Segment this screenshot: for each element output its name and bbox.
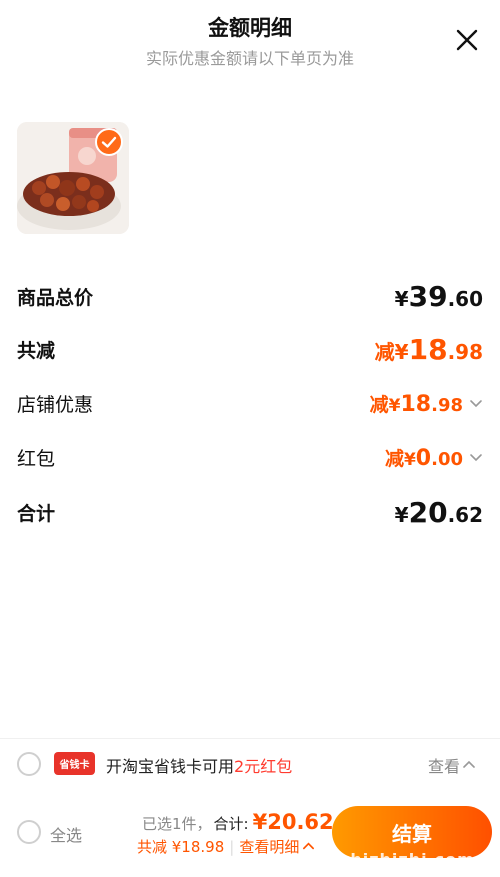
red-packet-label: 红包 [17, 447, 56, 470]
chevron-down-icon [470, 400, 482, 408]
sum-label: 合计 [17, 502, 56, 525]
promo-text: 开淘宝省钱卡可用2元红包 [106, 753, 292, 777]
separator: | [229, 837, 235, 856]
chevron-up-icon [463, 760, 475, 768]
watermark: zhizhizhi.com [340, 850, 475, 869]
store-discount-row[interactable]: 店铺优惠 减 ¥ 18 .98 [17, 383, 483, 423]
discount-summary[interactable]: 共减 ¥18.98 | 查看明细 [137, 836, 315, 857]
panel-header: 金额明细 实际优惠金额请以下单页为准 [0, 0, 500, 80]
goods-total-label: 商品总价 [17, 286, 94, 309]
amount-integer: 20 [408, 495, 448, 529]
chevron-down-icon [470, 454, 482, 462]
amount-decimal: .00 [431, 448, 463, 470]
total-discount-value: 减 ¥ 18 .98 [375, 333, 483, 366]
currency-symbol: ¥ [394, 502, 409, 527]
promo-radio[interactable] [17, 752, 41, 776]
divider [0, 738, 500, 739]
amount-decimal: .60 [447, 286, 483, 311]
details-label: 查看明细 [239, 838, 300, 856]
store-discount-label: 店铺优惠 [17, 393, 94, 416]
goods-total-row: 商品总价 ¥ 39 .60 [17, 276, 483, 316]
discount-prefix: 减 [374, 339, 395, 364]
selected-count: 已选1件， [142, 815, 212, 833]
selected-check-badge [95, 128, 123, 156]
discount-prefix: 减 [384, 447, 404, 470]
amount-decimal: .98 [431, 394, 463, 416]
close-button[interactable] [454, 27, 480, 53]
total-discount-label: 共减 [17, 339, 56, 362]
order-summary: 已选1件， 合计: ¥20.62 [142, 810, 334, 834]
total-discount-row: 共减 减 ¥ 18 .98 [17, 329, 483, 369]
close-icon [456, 29, 478, 51]
amount-decimal: .62 [447, 502, 483, 527]
goods-total-value: ¥ 39 .60 [395, 280, 483, 313]
red-packet-row[interactable]: 红包 减 ¥ 0 .00 [17, 437, 483, 477]
currency-symbol: ¥ [388, 395, 401, 416]
amount-decimal: .98 [447, 339, 483, 364]
currency-symbol: ¥ [394, 339, 409, 364]
amount-integer: 0 [415, 445, 432, 471]
red-packet-value: 减 ¥ 0 .00 [385, 444, 483, 471]
store-discount-value: 减 ¥ 18 .98 [370, 390, 483, 417]
check-icon [101, 136, 117, 148]
sum-row: 合计 ¥ 20 .62 [17, 492, 483, 532]
select-all-radio[interactable] [17, 820, 41, 844]
promo-view-link[interactable]: 查看 [428, 753, 476, 777]
sum-value: ¥ 20 .62 [395, 496, 483, 529]
promo-view-label: 查看 [428, 757, 461, 776]
discount-text: 共减 ¥18.98 [137, 838, 225, 856]
currency-symbol: ¥ [403, 449, 416, 470]
chevron-up-icon [303, 842, 315, 850]
panel-subtitle: 实际优惠金额请以下单页为准 [145, 49, 354, 68]
currency-symbol: ¥ [394, 286, 409, 311]
amount-integer: 39 [408, 279, 448, 313]
amount-integer: 18 [408, 332, 448, 366]
promo-text-main: 开淘宝省钱卡可用 [106, 757, 235, 776]
total-value: ¥20.62 [252, 810, 334, 834]
savings-card-badge: 省钱卡 [54, 752, 95, 775]
promo-text-highlight: 2元红包 [234, 757, 293, 776]
discount-prefix: 减 [369, 393, 389, 416]
amount-integer: 18 [400, 391, 432, 417]
total-label: 合计: [213, 815, 249, 833]
select-all-label[interactable]: 全选 [50, 822, 82, 846]
panel-title: 金额明细 [208, 16, 292, 40]
